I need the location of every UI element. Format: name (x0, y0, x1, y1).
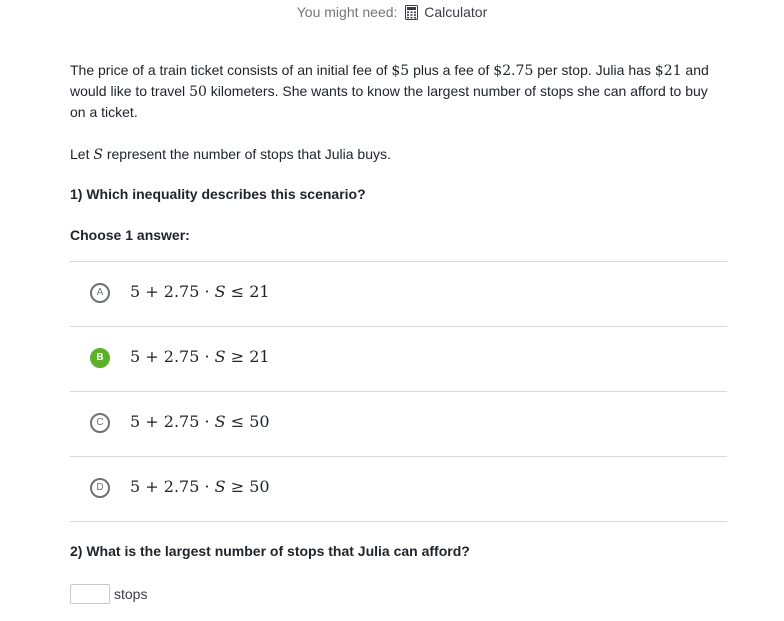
choice-a[interactable]: A 5 + 2.75 · S ≤ 21 (70, 262, 727, 327)
question-2-title: 2) What is the largest number of stops t… (70, 543, 470, 559)
calculator-button[interactable]: Calculator (401, 4, 487, 20)
let-prefix: Let (70, 146, 94, 162)
choice-d-text: 5 + 2.75 · S ≥ 50 (130, 477, 270, 496)
distance: 50 (189, 84, 207, 100)
stops-answer-input[interactable] (70, 584, 110, 604)
budget: $21 (654, 63, 682, 79)
problem-statement: The price of a train ticket consists of … (70, 60, 727, 122)
variable-definition: Let S represent the number of stops that… (70, 144, 391, 165)
initial-fee: $5 (391, 63, 410, 79)
choice-b-bubble[interactable]: B (90, 348, 110, 368)
intro-text-2: plus a fee of (409, 62, 494, 78)
variable-symbol: S (93, 147, 103, 163)
choice-c-text: 5 + 2.75 · S ≤ 50 (130, 412, 270, 431)
choice-b-text: 5 + 2.75 · S ≥ 21 (130, 347, 270, 366)
answer-choices: A 5 + 2.75 · S ≤ 21 B 5 + 2.75 · S ≥ 21 … (70, 261, 727, 522)
stop-fee: $2.75 (493, 63, 534, 79)
choose-instruction: Choose 1 answer: (70, 227, 190, 243)
choice-d-bubble[interactable]: D (90, 478, 110, 498)
calculator-label: Calculator (424, 4, 488, 20)
choice-b[interactable]: B 5 + 2.75 · S ≥ 21 (70, 327, 727, 392)
toolbar: You might need: Calculator (0, 4, 784, 20)
answer-unit: stops (114, 586, 148, 602)
choice-a-text: 5 + 2.75 · S ≤ 21 (130, 282, 270, 301)
let-suffix: represent the number of stops that Julia… (102, 146, 391, 162)
tool-prompt: You might need: (296, 4, 398, 20)
intro-text-3: per stop. Julia has (533, 62, 655, 78)
intro-text-1: The price of a train ticket consists of … (70, 62, 392, 78)
choice-c[interactable]: C 5 + 2.75 · S ≤ 50 (70, 392, 727, 457)
choice-a-bubble[interactable]: A (90, 283, 110, 303)
calculator-icon (405, 5, 419, 20)
choice-c-bubble[interactable]: C (90, 413, 110, 433)
choice-d[interactable]: D 5 + 2.75 · S ≥ 50 (70, 457, 727, 522)
question-1-title: 1) Which inequality describes this scena… (70, 186, 366, 202)
